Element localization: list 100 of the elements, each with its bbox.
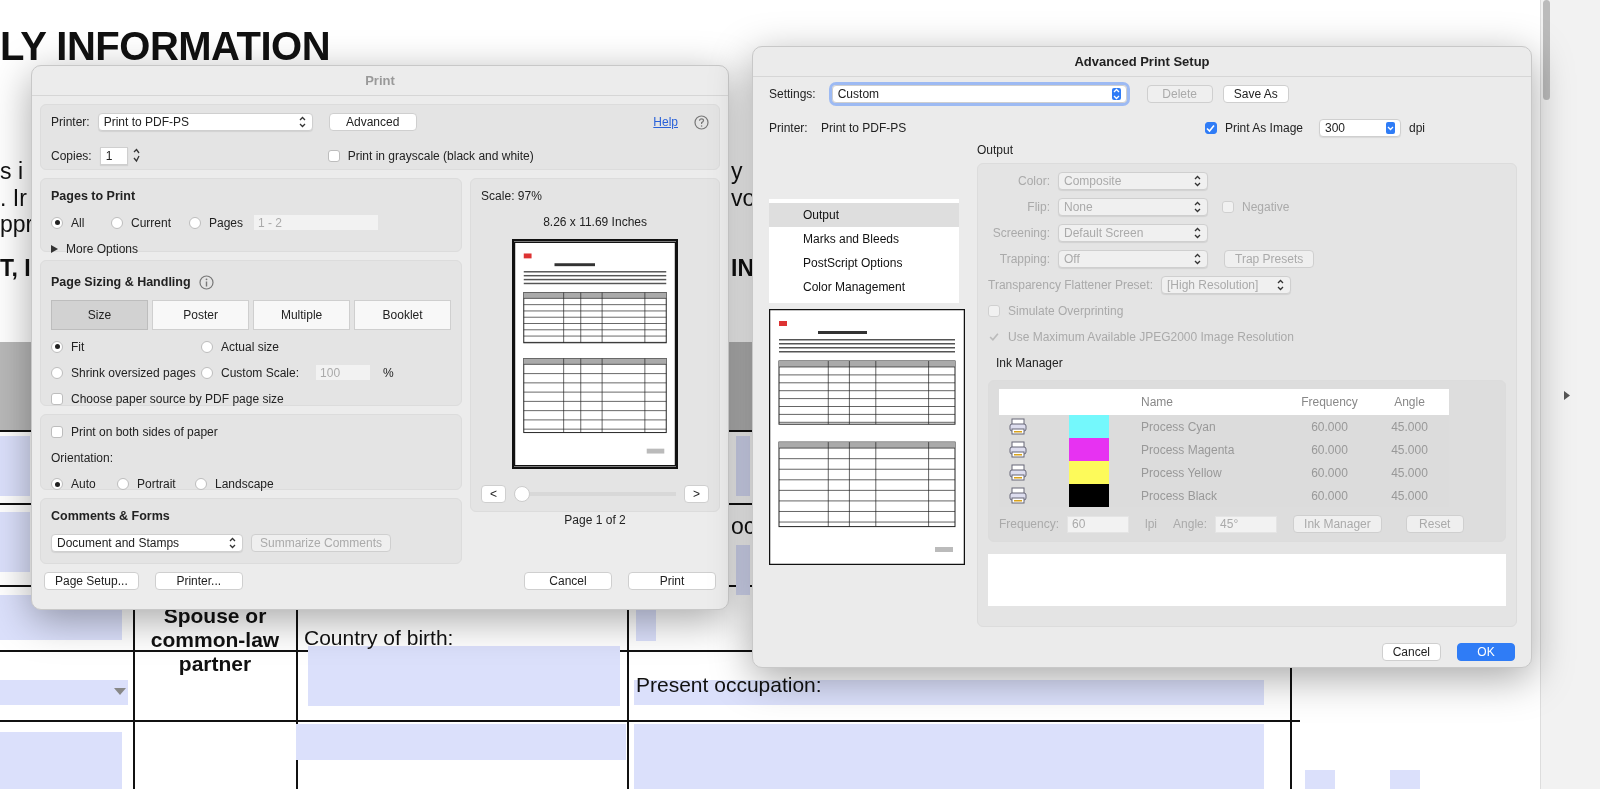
field-label: Printer: [51,114,90,131]
radio-button[interactable] [117,478,129,490]
dropdown-arrow-icon [114,688,126,695]
group-title: Comments & Forms [51,508,171,525]
previous-page-button[interactable]: < [481,485,507,503]
section-item[interactable]: PostScript Options [769,251,959,275]
disclosure-icon [51,244,58,253]
next-page-button[interactable]: > [684,485,709,503]
radio-button[interactable] [51,366,63,379]
dialog-button[interactable]: Page Setup... [44,572,139,590]
checkbox[interactable] [51,392,63,405]
field-label: Orientation: [51,450,115,467]
dropdown-value: Document and Stamps [57,534,180,552]
tab[interactable]: Poster [152,299,250,330]
updown-icon [1111,88,1121,100]
radio-button[interactable] [201,366,213,379]
dropdown-value: 300 [1325,120,1345,137]
printer-icon [1009,464,1027,481]
checkbox[interactable] [1204,122,1217,134]
field-label: Color: [1017,173,1050,190]
tab[interactable]: Booklet [354,299,452,330]
dropdown-value: [High Resolution] [1166,277,1259,294]
radio-button[interactable] [51,340,63,353]
tab[interactable]: Size [51,299,149,330]
form-field[interactable] [296,724,626,760]
radio-button[interactable] [51,216,63,229]
info-icon [198,274,214,290]
dropdown-value: Off [1064,251,1080,268]
document-text: . Ir [0,187,27,210]
dialog-button[interactable]: Cancel [524,572,612,590]
disclosure-link[interactable]: More Options [66,239,139,258]
radio-button[interactable] [111,216,123,229]
checkbox-label: Use Maximum Available JPEG2000 Image Resolution [1008,329,1294,346]
dropdown-value: None [1064,199,1093,216]
dialog-button[interactable]: Cancel [1381,643,1441,661]
dpi-dropdown[interactable]: 300 [1319,119,1401,137]
table-cell-text: 60.000 [1310,487,1349,505]
radio-button[interactable] [195,478,207,490]
form-field[interactable] [0,436,30,496]
angle-field: 45° [1215,515,1278,533]
document-text: ppr [0,213,34,236]
checkbox-label: Print on both sides of paper [71,424,218,441]
printer-name: Print to PDF-PS [821,120,907,137]
form-field[interactable] [0,680,128,705]
dropdown-value: Default Screen [1064,225,1144,242]
form-field[interactable] [736,436,750,496]
updown-icon [1193,175,1202,187]
page-size-label: 8.26 x 11.69 Inches [543,214,647,231]
checkbox-label: Print in grayscale (black and white) [347,148,534,165]
field-label: Flip: [1026,199,1050,216]
checkbox-label: Print As Image [1224,120,1303,137]
section-item[interactable]: Marks and Bleeds [769,227,959,251]
group-title: Page Sizing & Handling [51,274,191,291]
radio-label: Auto [71,476,96,493]
updown-icon [1386,122,1395,134]
table-cell-text: 60.000 [1310,418,1349,436]
table-cell-text: 45.000 [1390,418,1429,436]
printer-dropdown[interactable]: Print to PDF-PS [97,113,313,131]
form-label: Country of birth: [304,625,454,651]
dialog-button[interactable]: Save As [1222,85,1289,103]
unit-label: % [383,364,394,382]
scale-label: Scale: 97% [481,188,542,205]
checkbox[interactable] [327,150,340,162]
dialog-button[interactable]: Print [628,572,716,590]
section-item[interactable]: Color Management [769,275,959,299]
tab[interactable]: Multiple [253,299,351,330]
slider-thumb[interactable] [514,486,531,502]
radio-button[interactable] [51,478,63,490]
updown-icon [297,116,307,128]
form-field[interactable] [1305,770,1335,789]
table-cell-text: Process Cyan [1140,418,1217,436]
radio-button[interactable] [189,216,201,229]
radio-label: Fit [71,338,85,356]
section-title: Output [977,142,1015,159]
table-cell-text: 45.000 [1390,441,1429,459]
copies-field[interactable]: 1 [99,147,128,165]
form-field[interactable] [0,512,30,572]
form-label: Present occupation: [636,672,822,698]
help-link[interactable]: Help [653,113,678,131]
form-field[interactable] [1390,770,1420,789]
settings-dropdown[interactable]: Custom [831,85,1127,103]
document-text: s i [0,160,23,183]
form-field[interactable] [736,545,750,595]
field-label: Printer: [769,120,809,137]
radio-label: Actual size [221,338,280,356]
comments-dropdown[interactable]: Document and Stamps [51,533,243,552]
table-cell-text: Process Black [1140,487,1219,505]
section-item[interactable]: Output [769,203,959,227]
updown-icon [1193,201,1202,213]
radio-button[interactable] [201,340,213,353]
advanced-button[interactable]: Advanced [328,113,417,131]
checkbox[interactable] [51,426,63,438]
field-label: Transparency Flattener Preset: [988,277,1153,294]
scrollbar-thumb[interactable] [1543,0,1550,100]
form-field[interactable] [0,732,122,789]
dialog-button[interactable]: OK [1457,643,1515,661]
dialog-button[interactable]: Printer... [154,572,243,590]
stepper-icon [131,148,142,164]
form-field[interactable] [634,724,1264,789]
radio-label: Pages [209,214,244,232]
